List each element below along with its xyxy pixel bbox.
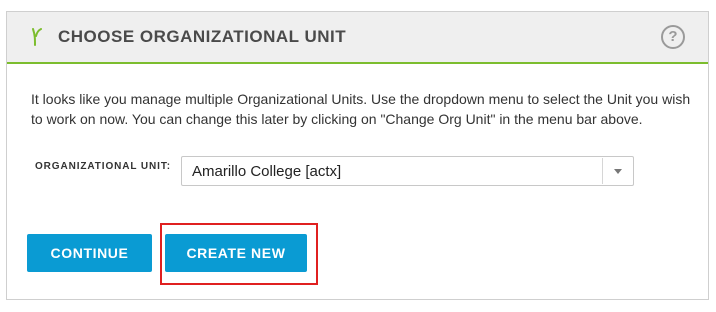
continue-button[interactable]: CONTINUE: [27, 234, 152, 272]
chevron-down-icon[interactable]: [614, 169, 622, 174]
org-unit-selected-value: Amarillo College [actx]: [192, 163, 342, 180]
highlight-annotation-box: [160, 223, 318, 285]
org-unit-select[interactable]: Amarillo College [actx]: [181, 156, 634, 186]
instructions-text: It looks like you manage multiple Organi…: [31, 91, 691, 127]
help-icon[interactable]: ?: [661, 25, 685, 49]
panel-body: It looks like you manage multiple Organi…: [7, 64, 708, 299]
choose-org-unit-panel: CHOOSE ORGANIZATIONAL UNIT ? It looks li…: [6, 11, 709, 300]
org-unit-label: ORGANIZATIONAL UNIT:: [35, 161, 171, 172]
panel-title: CHOOSE ORGANIZATIONAL UNIT: [58, 27, 347, 46]
sprout-icon: [32, 28, 42, 46]
select-divider: [602, 158, 603, 184]
panel-header: CHOOSE ORGANIZATIONAL UNIT ?: [7, 12, 708, 64]
